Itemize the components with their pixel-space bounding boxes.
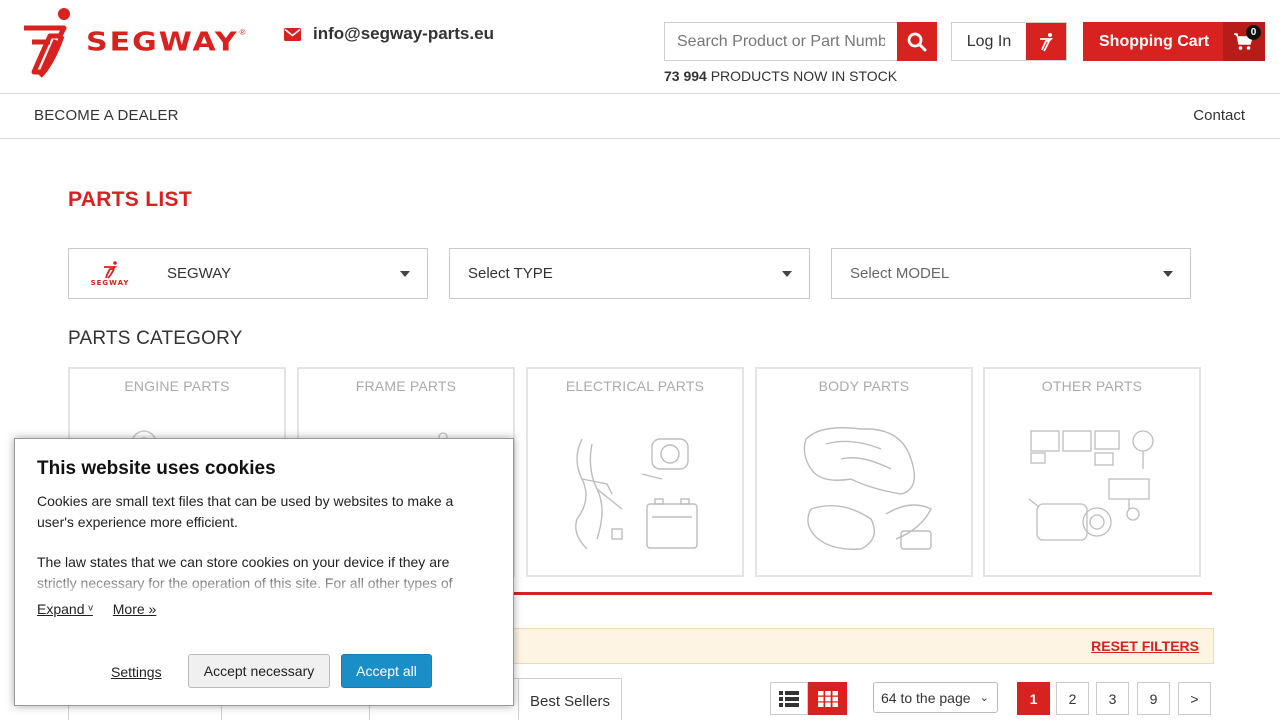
segway-small-logo-icon: [104, 260, 118, 279]
segway-logo[interactable]: SEGWAY ®: [18, 6, 270, 78]
type-select-value: Select TYPE: [468, 265, 553, 282]
search-button[interactable]: [897, 22, 937, 61]
accept-all-button[interactable]: Accept all: [341, 654, 432, 688]
segway-logo-mark-icon: [24, 8, 70, 78]
shopping-cart-button[interactable]: Shopping Cart 0: [1083, 22, 1265, 61]
grid-view-icon: [817, 690, 838, 707]
category-card-electrical[interactable]: ELECTRICAL PARTS: [526, 367, 744, 577]
category-section-title: PARTS CATEGORY: [68, 328, 243, 349]
cookie-settings-link[interactable]: Settings: [111, 664, 162, 680]
reset-filters-link[interactable]: RESET FILTERS: [1091, 638, 1199, 654]
grid-view-button[interactable]: [808, 682, 847, 715]
page-title: PARTS LIST: [68, 188, 192, 211]
logo-wordmark: SEGWAY: [86, 27, 239, 57]
list-view-icon: [779, 690, 799, 707]
other-parts-icon: [1028, 430, 1154, 541]
cookie-title: This website uses cookies: [37, 458, 276, 479]
page-1[interactable]: 1: [1017, 682, 1050, 715]
type-select[interactable]: Select TYPE: [449, 248, 810, 299]
stock-info: 73 994 PRODUCTS NOW IN STOCK: [664, 68, 897, 84]
cookie-text-1: Cookies are small text files that can be…: [37, 493, 454, 530]
category-card-body[interactable]: BODY PARTS: [755, 367, 973, 577]
page-last[interactable]: 9: [1137, 682, 1170, 715]
sort-tab-best-sellers[interactable]: Best Sellers: [518, 678, 622, 720]
stock-count: 73 994: [664, 68, 707, 84]
cart-icon: 0: [1223, 22, 1265, 61]
stock-text: PRODUCTS NOW IN STOCK: [710, 68, 898, 84]
brand-logo: SEGWAY: [69, 249, 151, 298]
chevron-down-icon: [400, 271, 410, 277]
category-label: BODY PARTS: [818, 378, 910, 394]
chevron-down-icon: [782, 271, 792, 277]
category-label: FRAME PARTS: [355, 378, 457, 394]
email-text: info@segway-parts.eu: [313, 24, 494, 43]
model-select-value: Select MODEL: [850, 265, 950, 282]
list-view-button[interactable]: [770, 682, 808, 715]
cart-count-badge: 0: [1246, 25, 1261, 40]
cookie-consent-dialog: This website uses cookies Cookies are sm…: [14, 438, 514, 706]
page-2[interactable]: 2: [1056, 682, 1089, 715]
model-select[interactable]: Select MODEL: [831, 248, 1191, 299]
page-3[interactable]: 3: [1096, 682, 1129, 715]
category-label: OTHER PARTS: [1041, 378, 1143, 394]
cookie-links: Expand ᵛ More »: [37, 601, 172, 617]
cookie-expand-link[interactable]: Expand ᵛ: [37, 601, 93, 617]
envelope-icon: [284, 27, 301, 41]
search-box: [664, 22, 937, 61]
body-parts-icon: [803, 427, 932, 550]
nav-contact[interactable]: Contact: [1193, 107, 1245, 124]
per-page-value: 64 to the page: [881, 689, 971, 706]
search-icon: [907, 32, 927, 51]
site-header: SEGWAY ® info@segway-parts.eu 73 994 PRO…: [0, 0, 1280, 94]
nav-become-dealer[interactable]: BECOME A DEALER: [34, 107, 179, 124]
login-label: Log In: [966, 32, 1012, 50]
search-input[interactable]: [664, 22, 897, 61]
chevron-down-icon: ⌄: [979, 692, 989, 704]
brand-select-value: SEGWAY: [167, 265, 232, 282]
cookie-more-link[interactable]: More »: [113, 601, 157, 617]
page-next[interactable]: >: [1178, 682, 1211, 715]
brand-logo-text: SEGWAY: [90, 278, 130, 287]
category-label: ELECTRICAL PARTS: [565, 378, 705, 394]
accept-necessary-button[interactable]: Accept necessary: [188, 654, 330, 688]
login-button[interactable]: Log In: [951, 22, 1067, 61]
cart-label: Shopping Cart: [1099, 32, 1210, 50]
cookie-text-fade: [15, 569, 513, 599]
category-card-other[interactable]: OTHER PARTS: [983, 367, 1201, 577]
contact-email[interactable]: info@segway-parts.eu: [284, 24, 494, 44]
chevron-down-icon: [1163, 271, 1173, 277]
electrical-parts-icon: [575, 438, 698, 550]
user-segway-icon: [1026, 23, 1066, 60]
per-page-select[interactable]: 64 to the page ⌄: [873, 682, 998, 713]
brand-select[interactable]: SEGWAY SEGWAY: [68, 248, 428, 299]
registered-mark: ®: [239, 28, 246, 37]
main-nav: BECOME A DEALER Contact: [0, 94, 1280, 139]
category-label: ENGINE PARTS: [124, 378, 230, 394]
